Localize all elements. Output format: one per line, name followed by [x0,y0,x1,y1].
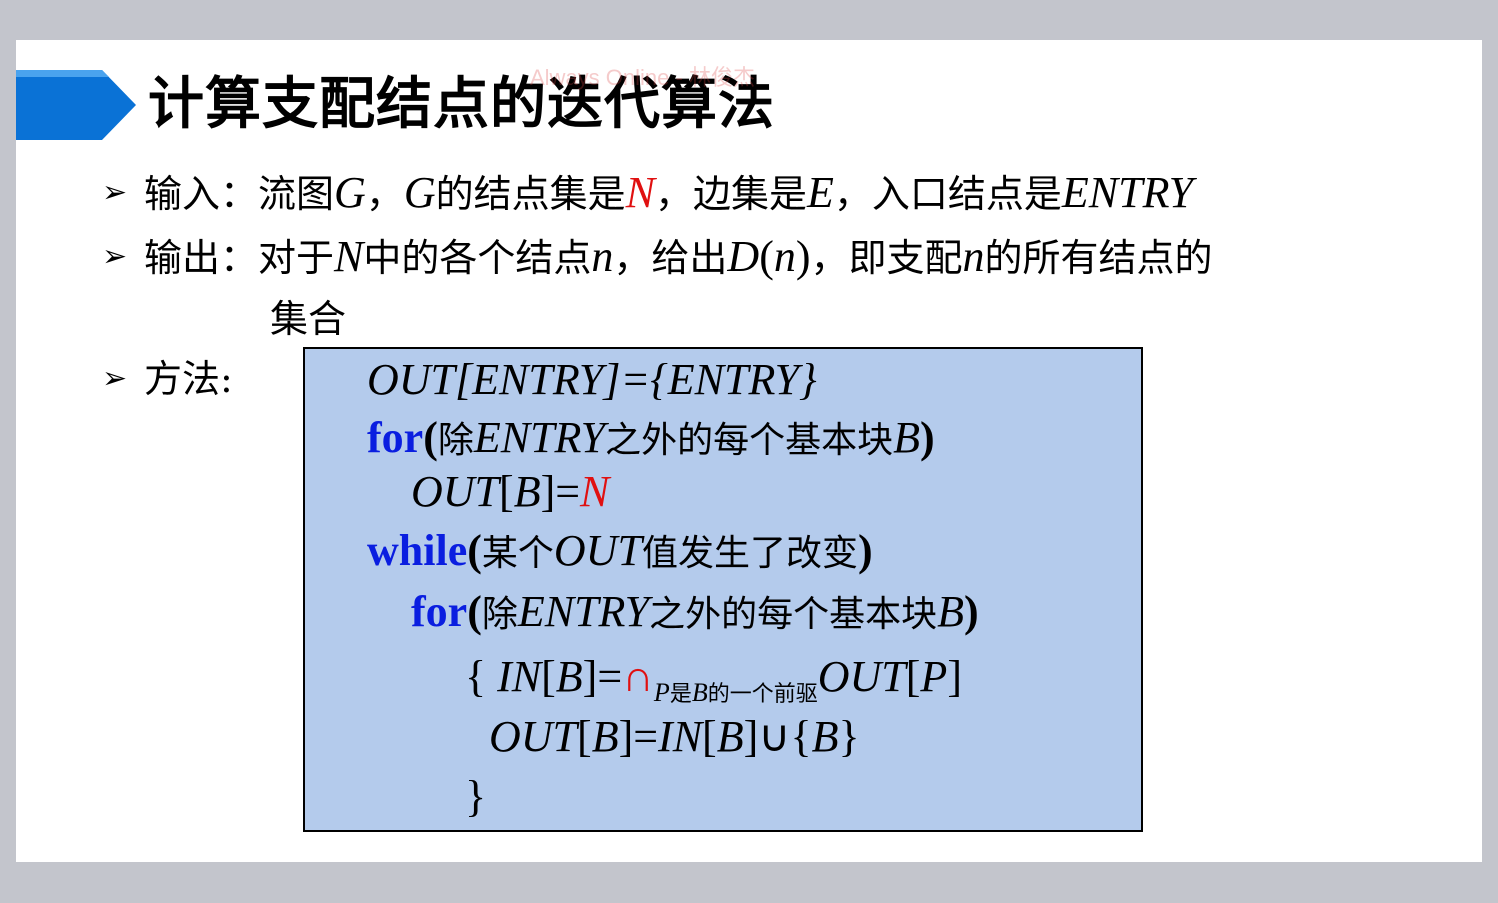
code-var-in: IN [658,712,703,761]
code-bracket: ]= [582,652,623,701]
intersection-subscript: P是B的一个前驱 [653,678,818,707]
output-paren: ( [759,232,774,281]
bullet-marker: ➢ [102,361,128,396]
input-var-e: E [807,168,834,217]
code-bracket: [ [499,467,514,516]
code-bracket: [ [577,712,592,761]
intersection-symbol: ∩ [622,652,654,701]
code-line-4: while(某个OUT值发生了改变) [367,526,873,575]
keyword-while: while [367,526,468,575]
code-brace: { [790,712,812,761]
code-bracket: ] [743,712,759,761]
code-var-in: IN [497,652,542,701]
union-symbol: ∪ [758,712,791,761]
code-text: 值发生了改变 [641,533,858,574]
input-var-g: G [334,168,366,217]
input-text: 的结点集是 [435,172,626,216]
code-text: 除 [481,594,518,635]
input-line: 输入：流图G，G的结点集是N，边集是E，入口结点是ENTRY [144,168,1193,219]
bullet-marker: ➢ [102,239,128,274]
code-line-1: OUT[ENTRY]={ENTRY} [367,352,817,411]
code-var-out: OUT [489,712,578,761]
title-arrow-icon [16,70,136,140]
output-text: 中的各个结点 [363,236,592,280]
output-text: 的所有结点的 [984,236,1213,280]
code-brace: { [465,652,498,701]
input-text: ，边集是 [654,172,807,216]
code-paren: ) [964,587,979,636]
code-var-b: B [811,712,839,761]
code-var-p: P [920,652,948,701]
code-var-out: OUT [411,467,500,516]
code-bracket: ]= [618,712,659,761]
code-text: 某个 [481,533,554,574]
code-line-5: for(除ENTRY之外的每个基本块B) [411,587,979,636]
input-text: 流图 [258,172,335,216]
watermark: Always Online - 林俊杰 [530,65,755,90]
output-paren: ) [795,232,811,281]
output-text: 对于 [258,236,335,280]
code-bracket: [ [905,652,921,701]
input-comma: ， [365,172,404,216]
output-var-n-lower: n [962,232,985,281]
code-var-b: B [513,467,541,516]
code-var-out: OUT [553,526,642,575]
output-text: ，给出 [613,236,728,280]
code-line-8: } [465,769,486,828]
code-bracket: [ [541,652,556,701]
keyword-for: for [411,587,468,636]
bullet-marker: ➢ [102,175,128,210]
input-label: 输入： [144,172,259,216]
output-var-n-lower: n [773,232,796,281]
code-var-n: N [580,467,610,516]
output-line: 输出：对于N中的各个结点n，给出D(n)，即支配n的所有结点的 [144,232,1213,283]
code-var-b: B [555,652,583,701]
code-bracket: ] [947,652,962,701]
output-var-d: D [727,232,760,281]
input-var-g: G [403,168,436,217]
output-line-cont: 集合 [270,297,347,341]
code-brace: } [838,712,860,761]
code-bracket: ]= [540,467,581,516]
code-var-b: B [591,712,619,761]
output-text: ，即支配 [810,236,963,280]
output-var-n: N [334,232,364,281]
input-var-n: N [625,168,655,217]
code-var-entry: ENTRY [473,413,606,462]
algorithm-box: OUT[ENTRY]={ENTRY} for((除除ENTRY之外的每个基本块B… [303,347,1143,832]
method-label: 方法: [144,357,233,401]
code-var-b: B [937,587,965,636]
code-text: OUT[ENTRY]={ENTRY} [367,355,817,404]
slide: 计算支配结点的迭代算法 Always Online - 林俊杰 ➢ 输入：流图G… [16,40,1482,862]
code-brace: } [465,772,487,821]
code-line-2: for((除除ENTRY之外的每个基本块B) [367,413,935,462]
keyword-for: for [367,413,424,462]
code-line-7: OUT[B]=IN[B]∪{B} [489,709,860,768]
output-label: 输出： [144,236,259,280]
code-text: 除 [437,420,474,461]
code-var-out: OUT [817,652,906,701]
code-var-entry: ENTRY [517,587,650,636]
code-bracket: [ [702,712,717,761]
code-text: 之外的每个基本块 [605,420,894,461]
code-text: 之外的每个基本块 [649,594,938,635]
code-var-b: B [716,712,744,761]
input-text: ，入口结点是 [833,172,1062,216]
input-var-entry: ENTRY [1061,168,1194,217]
code-paren: ) [920,413,935,462]
code-line-3: OUT[B]=N [411,464,609,523]
code-var-b: B [893,413,921,462]
output-var-n-lower: n [591,232,614,281]
